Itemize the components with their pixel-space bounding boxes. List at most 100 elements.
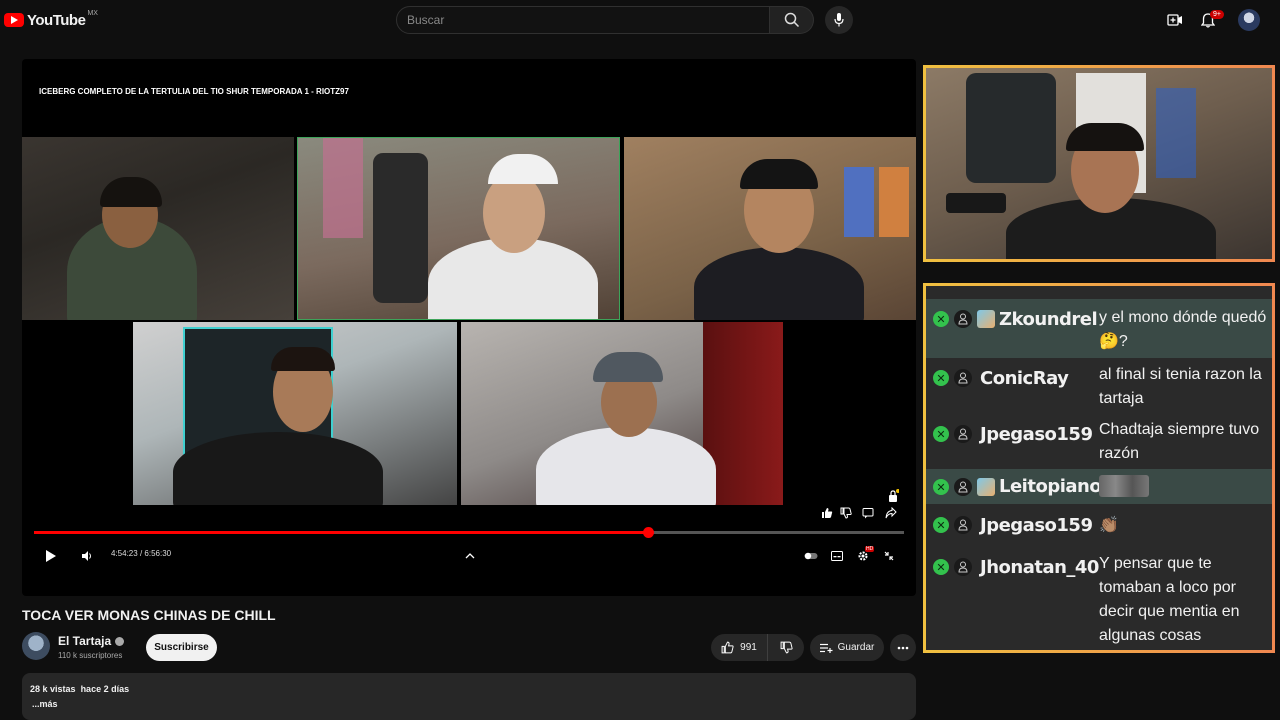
more-actions-button[interactable] [890,634,916,661]
streamer-webcam [923,65,1275,262]
chat-username: Jhonatan_40 [980,557,1099,578]
autoplay-toggle[interactable] [801,546,821,566]
video-overlay-title: ICEBERG COMPLETO DE LA TERTULIA DEL TIO … [39,87,349,96]
chat-message: ✕ Jhonatan_40 Y pensar que te tomaban a … [926,546,1272,650]
description-box[interactable]: 28 k vistas hace 2 días ...más [22,673,916,720]
search-placeholder: Buscar [407,13,445,27]
check-badge-icon: ✕ [933,517,949,533]
channel-avatar[interactable] [22,632,50,660]
check-badge-icon: ✕ [933,311,949,327]
like-count: 991 [740,642,757,653]
channel-name-row[interactable]: El Tartaja [58,634,125,648]
user-icon [954,516,972,534]
save-label: Guardar [837,642,875,653]
video-frame-participant-4 [133,322,457,505]
settings-button[interactable]: HD [853,546,875,566]
description-meta: 28 k vistas hace 2 días [30,684,129,694]
time-display: 4:54:23 / 6:56:30 [111,549,171,558]
like-dislike-group: 991 [711,634,804,661]
chat-username: Jpegaso159 [980,424,1093,445]
view-count: 28 k vistas [30,684,76,694]
create-video-icon [1167,14,1182,26]
player-share-button[interactable] [882,504,900,522]
play-icon [46,550,56,562]
thumbs-up-icon [721,641,734,654]
check-badge-icon: ✕ [933,426,949,442]
video-frame-participant-1 [22,137,294,320]
subtitles-icon [831,551,843,561]
search-icon [784,12,799,28]
like-button[interactable]: 991 [711,634,768,661]
dislike-button[interactable] [768,634,804,661]
user-icon [954,310,972,328]
account-avatar[interactable] [1238,9,1260,31]
user-icon [954,425,972,443]
create-video-button[interactable] [1163,8,1187,32]
logo-text: YouTube [27,11,86,29]
channel-name[interactable]: El Tartaja [58,634,111,648]
subscriber-badge-icon [977,310,995,328]
chat-username: Leitopiano [999,476,1102,497]
autoplay-toggle-icon [804,552,818,560]
save-button[interactable]: Guardar [810,634,884,661]
video-title: TOCA VER MONAS CHINAS DE CHILL [22,607,276,623]
chat-message: ✕ Jpegaso159 👏🏽 [926,504,1272,546]
time-separator: / [139,549,143,558]
chat-message: ✕ Zkoundrel y el mono dónde quedó 🤔? [926,299,1272,358]
player-dislike-button[interactable] [837,504,855,522]
subscriber-badge-icon [977,478,995,496]
subtitles-button[interactable] [827,546,847,566]
country-code: MX [87,9,98,17]
user-icon [954,369,972,387]
verified-icon [115,636,125,646]
player-lock-button[interactable] [884,487,902,505]
expand-chapters-button[interactable] [460,546,480,566]
more-horizontal-icon [897,646,909,649]
chat-username: Jpegaso159 [980,515,1093,536]
chat-message: ✕ ConicRay al final si tenia razon la ta… [926,358,1272,413]
chat-message: ✕ Jpegaso159 Chadtaja siempre tuvo razón [926,413,1272,469]
chat-message: ✕ Leitopiano [926,469,1272,504]
youtube-play-icon [4,13,24,27]
live-chat-overlay: ✕ Zkoundrel y el mono dónde quedó 🤔? ✕ C… [923,283,1275,653]
check-badge-icon: ✕ [933,479,949,495]
voice-search-button[interactable] [825,6,853,34]
chat-text: 👏🏽 [1099,517,1119,534]
chat-username: Zkoundrel [999,309,1098,330]
check-badge-icon: ✕ [933,370,949,386]
subscriber-count: 110 k suscriptores [58,651,123,660]
current-time: 4:54:23 [111,549,138,558]
duration: 6:56:30 [144,549,172,558]
volume-button[interactable] [77,546,97,566]
volume-icon [82,551,91,561]
user-icon [954,478,972,496]
emote-icon [1099,474,1149,497]
chat-text: y el mono dónde quedó 🤔? [1099,309,1267,350]
player-comments-button[interactable] [859,504,877,522]
chevron-up-icon [465,553,475,559]
show-more-link[interactable]: ...más [32,699,58,709]
youtube-logo[interactable]: YouTube MX [4,10,98,30]
video-player[interactable]: ICEBERG COMPLETO DE LA TERTULIA DEL TIO … [22,59,916,596]
chat-username: ConicRay [980,368,1069,389]
upload-date: hace 2 días [80,684,130,694]
notifications-badge: 9+ [1210,10,1224,19]
microphone-icon [834,13,844,27]
chat-text: Y pensar que te tomaban a loco por decir… [1099,555,1240,644]
thumbs-down-icon [840,507,852,519]
user-icon [954,558,972,576]
search-input[interactable]: Buscar [396,6,770,34]
video-frame-participant-5 [461,322,783,505]
check-badge-icon: ✕ [933,559,949,575]
scrubber-handle[interactable] [643,527,654,538]
progress-fill [34,531,648,534]
search-button[interactable] [770,6,814,34]
player-like-button[interactable] [818,504,836,522]
share-icon [885,507,897,519]
exit-fullscreen-button[interactable] [879,546,899,566]
lock-icon [889,489,899,502]
play-button[interactable] [41,546,61,566]
search-bar: Buscar [396,6,814,36]
subscribe-button[interactable]: Suscribirse [146,634,217,661]
video-frame-participant-2 [297,137,620,320]
